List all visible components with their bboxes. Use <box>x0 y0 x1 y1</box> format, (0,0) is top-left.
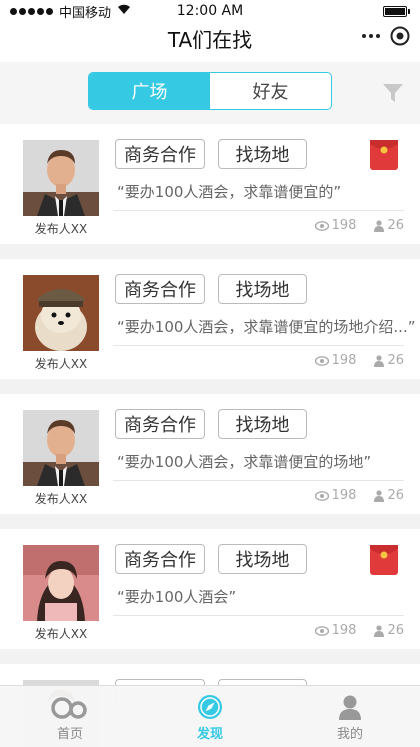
segment-control: 广场 好友 <box>88 72 332 110</box>
red-packet-icon[interactable] <box>370 140 398 170</box>
avatar[interactable] <box>23 545 99 621</box>
people-count: 26 <box>387 623 404 638</box>
divider <box>113 615 404 616</box>
tag-find-venue[interactable]: 找场地 <box>218 139 307 169</box>
tag-business[interactable]: 商务合作 <box>115 409 205 439</box>
more-icon[interactable] <box>362 34 380 38</box>
capsule-menu <box>362 26 410 46</box>
filter-icon[interactable] <box>382 82 404 104</box>
tag-find-venue[interactable]: 找场地 <box>218 409 307 439</box>
stats: 198 26 <box>314 488 404 503</box>
signal-indicator: 中国移动 <box>10 2 131 21</box>
avatar[interactable] <box>23 275 99 351</box>
tag-find-venue[interactable]: 找场地 <box>218 274 307 304</box>
eye-icon <box>314 490 329 501</box>
request-quote: “要办100人酒会，求靠谱便宜的场地介绍...” <box>117 318 416 336</box>
request-quote: “要办100人酒会” <box>117 588 237 606</box>
person-icon <box>374 624 385 637</box>
people-count: 26 <box>387 488 404 503</box>
page-title: TA们在找 <box>167 28 253 52</box>
list-item[interactable]: 发布人XX 商务合作 找场地 “要办100人酒会，求靠谱便宜的场地” 198 2… <box>0 394 420 514</box>
divider <box>113 210 404 211</box>
tab-square[interactable]: 广场 <box>89 73 210 109</box>
eye-icon <box>314 625 329 636</box>
tab-friends[interactable]: 好友 <box>210 73 331 109</box>
tab-discover-label: 发现 <box>196 727 223 742</box>
avatar[interactable] <box>23 410 99 486</box>
people-count: 26 <box>387 218 404 233</box>
segment-area: 广场 好友 <box>0 62 420 124</box>
tab-home[interactable]: 首页 <box>0 686 140 747</box>
carrier-name: 中国移动 <box>59 5 112 21</box>
list-item[interactable]: 发布人XX 商务合作 找场地 “要办100人酒会，求靠谱便宜的场地介绍...” … <box>0 259 420 379</box>
tag-business[interactable]: 商务合作 <box>115 139 205 169</box>
avatar[interactable] <box>23 140 99 216</box>
list-item[interactable]: 发布人XX 商务合作 找场地 “要办100人酒会，求靠谱便宜的” 198 26 <box>0 124 420 244</box>
tab-discover[interactable]: 发现 <box>140 686 280 747</box>
person-icon <box>374 354 385 367</box>
views-count: 198 <box>331 353 357 368</box>
user-icon <box>339 695 361 720</box>
eye-icon <box>314 355 329 366</box>
stats: 198 26 <box>314 353 404 368</box>
tag-business[interactable]: 商务合作 <box>115 544 205 574</box>
stats: 198 26 <box>314 218 404 233</box>
tag-business[interactable]: 商务合作 <box>115 274 205 304</box>
publisher-label: 发布人XX <box>34 357 88 371</box>
tab-me-label: 我的 <box>336 727 363 742</box>
status-bar: 中国移动 12:00 AM <box>0 0 420 22</box>
request-quote: “要办100人酒会，求靠谱便宜的场地” <box>117 453 372 471</box>
eye-icon <box>314 220 329 231</box>
wifi-icon <box>117 4 131 18</box>
close-target-icon[interactable] <box>390 26 410 46</box>
navigation-bar: TA们在找 <box>0 22 420 62</box>
request-quote: “要办100人酒会，求靠谱便宜的” <box>117 183 342 201</box>
stats: 198 26 <box>314 623 404 638</box>
person-icon <box>374 219 385 232</box>
list-item[interactable]: 发布人XX 商务合作 找场地 “要办100人酒会” 198 26 <box>0 529 420 649</box>
tab-me[interactable]: 我的 <box>280 686 420 747</box>
home-icon <box>51 697 87 719</box>
publisher-label: 发布人XX <box>34 627 88 641</box>
views-count: 198 <box>331 623 357 638</box>
tab-bar: 首页 发现 我的 <box>0 685 420 747</box>
red-packet-icon[interactable] <box>370 545 398 575</box>
person-icon <box>374 489 385 502</box>
battery-icon <box>383 5 410 17</box>
publisher-label: 发布人XX <box>34 492 88 506</box>
compass-icon <box>198 695 222 719</box>
divider <box>113 345 404 346</box>
divider <box>113 480 404 481</box>
people-count: 26 <box>387 353 404 368</box>
tab-home-label: 首页 <box>56 727 83 742</box>
views-count: 198 <box>331 488 357 503</box>
views-count: 198 <box>331 218 357 233</box>
publisher-label: 发布人XX <box>34 222 88 236</box>
tag-find-venue[interactable]: 找场地 <box>218 544 307 574</box>
